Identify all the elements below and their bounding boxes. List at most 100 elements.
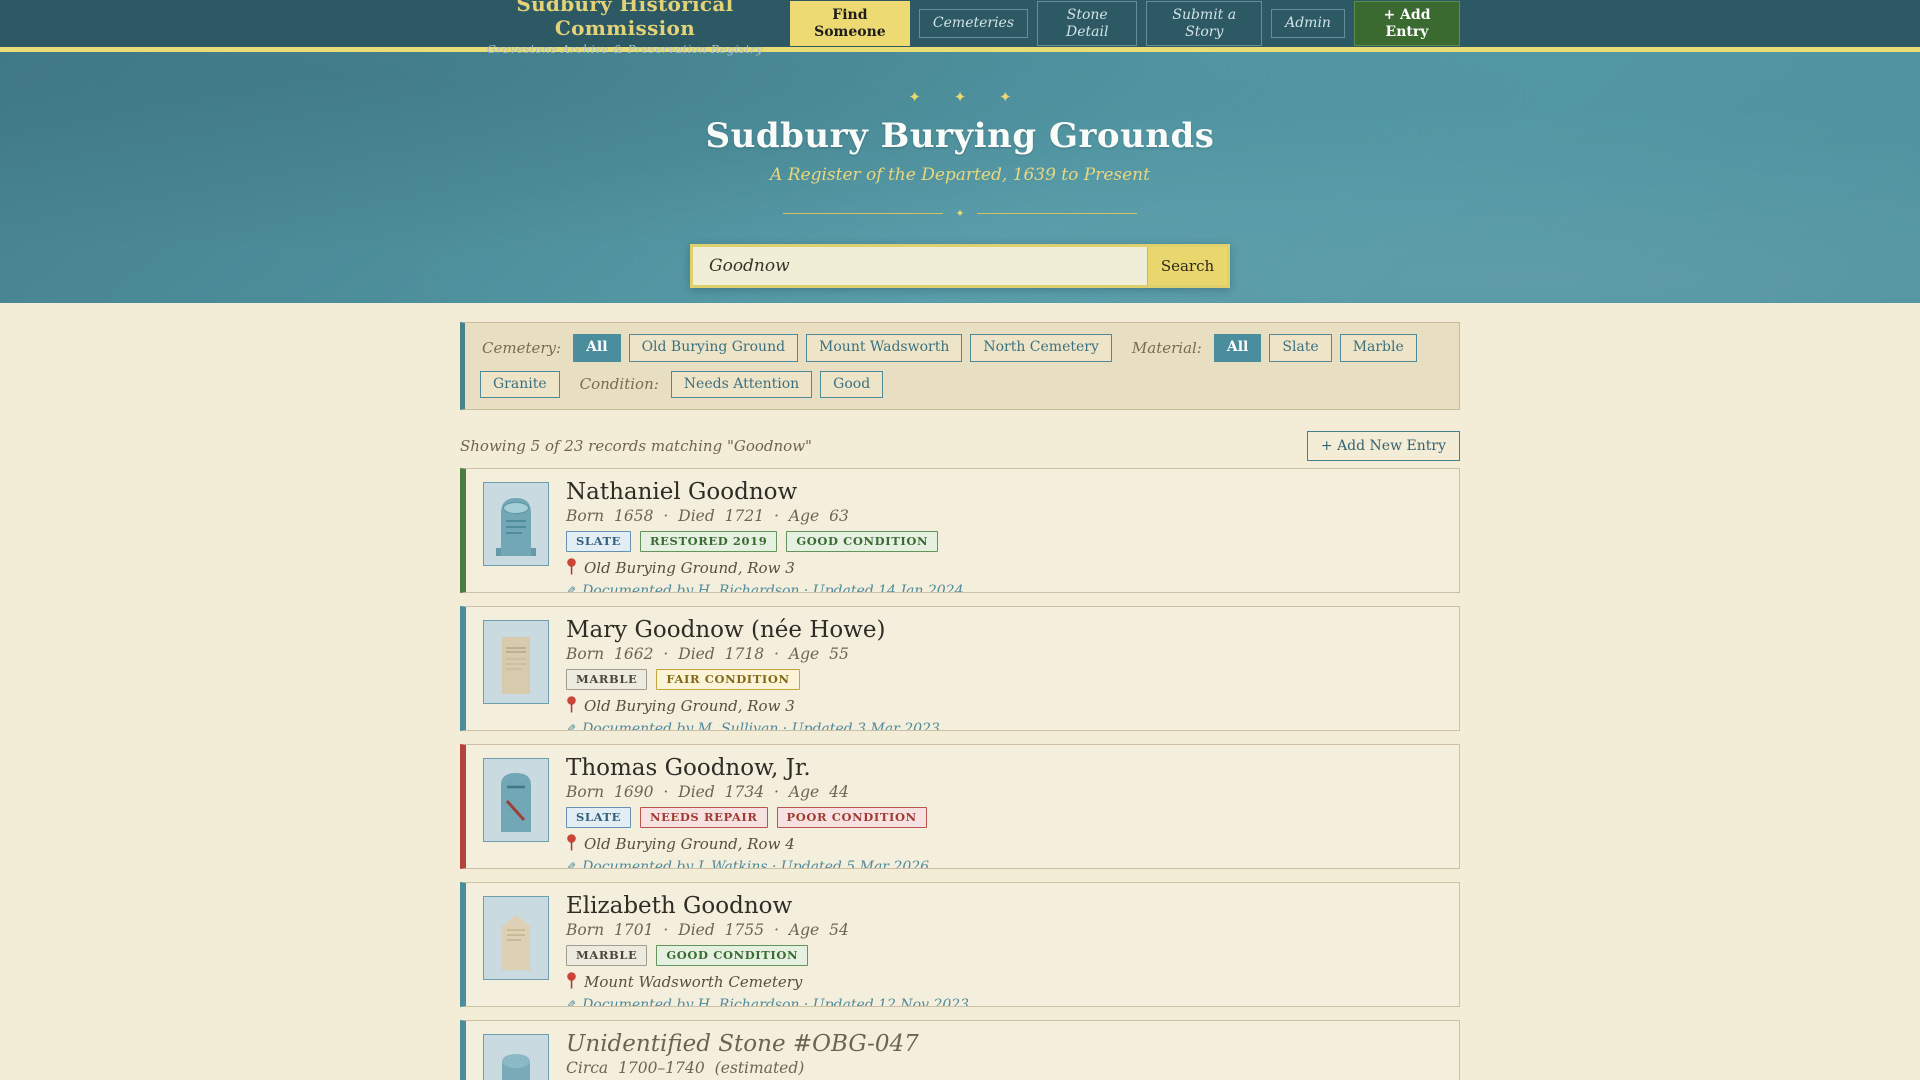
marble-slab-icon	[483, 620, 549, 704]
record-dates: Born 1662 · Died 1718 · Age 55	[566, 645, 849, 663]
nav-add-entry-button[interactable]: + Add Entry	[1353, 0, 1460, 47]
filter-chip-condition-needs-attention[interactable]: Needs Attention	[670, 370, 813, 398]
record-documentation: ✎ Documented by H. Richardson · Updated 1…	[566, 997, 970, 1007]
record-card-mary-goodnow-n-e-howe[interactable]: Mary Goodnow (née Howe) Born 1662 · Died …	[460, 606, 1460, 731]
nav-stone-detail-button[interactable]: Stone Detail	[1037, 0, 1138, 47]
record-dates: Circa 1700–1740 (estimated)	[566, 1059, 805, 1077]
divider-line	[976, 213, 1137, 214]
filter-label-cemetery: Cemetery:	[482, 338, 562, 357]
badge-needs-repair: NEEDS REPAIR	[640, 807, 768, 828]
badge-marble: MARBLE	[566, 945, 648, 966]
map-pin-icon	[566, 558, 577, 579]
badge-fair-condition: FAIR CONDITION	[656, 669, 800, 690]
record-name: Nathaniel Goodnow	[566, 479, 798, 505]
pencil-icon: ✎	[566, 722, 577, 731]
filter-chip-material-slate[interactable]: Slate	[1269, 334, 1332, 362]
record-documentation: ✎ Documented by J. Watkins · Updated 5 Ma…	[566, 859, 930, 869]
record-location: Mount Wadsworth Cemetery	[566, 972, 969, 993]
filter-chip-cemetery-all[interactable]: All	[573, 334, 621, 362]
slate-cracked-icon	[483, 758, 549, 842]
record-documentation-text: Documented by M. Sullivan · Updated 3 Ma…	[582, 721, 940, 731]
main-nav: Find Someone Cemeteries Stone Detail Submit…	[789, 0, 1460, 47]
filter-chip-material-marble[interactable]: Marble	[1339, 334, 1417, 362]
filter-label-material: Material:	[1131, 338, 1202, 357]
nav-admin-button[interactable]: Admin	[1271, 9, 1345, 38]
nav-submit-a-story-button[interactable]: Submit a Story	[1146, 0, 1263, 47]
nav-find-someone-button[interactable]: Find Someone	[789, 0, 910, 47]
record-badges: SLATE RESTORED 2019 GOOD CONDITION	[566, 531, 963, 552]
results-list: Nathaniel Goodnow Born 1658 · Died 1721 ·…	[460, 468, 1460, 1080]
record-badges: SLATE NEEDS REPAIR POOR CONDITION	[566, 807, 929, 828]
record-dates: Born 1701 · Died 1755 · Age 54	[566, 921, 849, 939]
pencil-icon: ✎	[566, 998, 577, 1007]
record-card-unidentified-stone-obg-047[interactable]: ? Unidentified Stone #OBG-047 Circa 1700–1…	[460, 1020, 1460, 1080]
record-location-text: Old Burying Ground, Row 3	[584, 559, 795, 577]
site-title: Sudbury Historical Commission	[516, 0, 734, 40]
record-location: Old Burying Ground, Row 3	[566, 696, 940, 717]
hero-banner: ✦ ✦ ✦ Sudbury Burying Grounds A Register…	[0, 52, 1920, 303]
results-page: Cemetery: All Old Burying Ground Mount Wads…	[460, 322, 1460, 1080]
record-location-text: Old Burying Ground, Row 4	[584, 835, 795, 853]
filter-label-condition: Condition:	[579, 375, 659, 394]
filter-chip-material-all[interactable]: All	[1213, 334, 1262, 362]
map-pin-icon	[566, 834, 577, 855]
record-location-text: Old Burying Ground, Row 3	[584, 697, 795, 715]
search-input[interactable]	[693, 247, 1147, 285]
record-badges: MARBLE GOOD CONDITION	[566, 945, 969, 966]
record-badges: MARBLE FAIR CONDITION	[566, 669, 940, 690]
page-title: Sudbury Burying Grounds	[705, 116, 1215, 156]
record-details: Nathaniel Goodnow Born 1658 · Died 1721 ·…	[566, 480, 963, 592]
badge-restored-2019: RESTORED 2019	[640, 531, 778, 552]
slate-tablet-icon	[483, 482, 549, 566]
pencil-icon: ✎	[566, 860, 577, 869]
record-documentation: ✎ Documented by H. Richardson · Updated 1…	[566, 583, 964, 593]
record-details: Unidentified Stone #OBG-047 Circa 1700–17…	[566, 1032, 919, 1080]
record-documentation-text: Documented by J. Watkins · Updated 5 Mar…	[582, 859, 930, 869]
results-summary: Showing 5 of 23 records matching "Goodno…	[460, 437, 812, 455]
record-location-text: Mount Wadsworth Cemetery	[584, 973, 803, 991]
record-location: Old Burying Ground, Row 4	[566, 834, 929, 855]
map-pin-icon	[566, 972, 577, 993]
record-card-thomas-goodnow-jr[interactable]: Thomas Goodnow, Jr. Born 1690 · Died 1734…	[460, 744, 1460, 869]
record-name: Mary Goodnow (née Howe)	[566, 617, 886, 643]
badge-slate: SLATE	[566, 531, 632, 552]
site-logo: Sudbury Historical Commission Gravestone…	[460, 0, 790, 56]
site-header: Sudbury Historical Commission Gravestone…	[0, 0, 1920, 56]
record-details: Thomas Goodnow, Jr. Born 1690 · Died 1734…	[566, 756, 929, 868]
search-button[interactable]: Search	[1147, 247, 1227, 285]
page-subtitle: A Register of the Departed, 1639 to Pres…	[770, 165, 1150, 185]
marble-peaked-icon	[483, 896, 549, 980]
filter-chip-condition-good[interactable]: Good	[820, 370, 884, 398]
results-header: Showing 5 of 23 records matching "Goodno…	[460, 431, 1460, 461]
badge-good-condition: GOOD CONDITION	[786, 531, 939, 552]
record-details: Elizabeth Goodnow Born 1701 · Died 1755 ·…	[566, 894, 969, 1006]
add-new-entry-button[interactable]: + Add New Entry	[1306, 431, 1460, 461]
record-dates: Born 1658 · Died 1721 · Age 63	[566, 507, 849, 525]
record-card-nathaniel-goodnow[interactable]: Nathaniel Goodnow Born 1658 · Died 1721 ·…	[460, 468, 1460, 593]
record-documentation-text: Documented by H. Richardson · Updated 12…	[582, 997, 970, 1007]
filter-bar: Cemetery: All Old Burying Ground Mount Wads…	[460, 322, 1460, 410]
filter-chip-cemetery-north-cemetery[interactable]: North Cemetery	[970, 334, 1112, 362]
nav-cemeteries-button[interactable]: Cemeteries	[918, 9, 1029, 38]
record-name: Unidentified Stone #OBG-047	[566, 1031, 919, 1057]
filter-chip-cemetery-old-burying-ground[interactable]: Old Burying Ground	[628, 334, 799, 362]
record-name: Thomas Goodnow, Jr.	[566, 755, 811, 781]
filter-chip-material-granite[interactable]: Granite	[480, 370, 560, 398]
record-documentation: ✎ Documented by M. Sullivan · Updated 3 M…	[566, 721, 940, 731]
badge-poor-condition: POOR CONDITION	[776, 807, 927, 828]
diamond-icon: ✦	[955, 207, 965, 220]
record-card-elizabeth-goodnow[interactable]: Elizabeth Goodnow Born 1701 · Died 1755 ·…	[460, 882, 1460, 1007]
record-documentation-text: Documented by H. Richardson · Updated 14…	[582, 583, 964, 593]
record-dates: Born 1690 · Died 1734 · Age 44	[566, 783, 849, 801]
map-pin-icon	[566, 696, 577, 717]
filter-chip-cemetery-mount-wadsworth[interactable]: Mount Wadsworth	[806, 334, 963, 362]
unknown-cylinder-icon: ?	[483, 1034, 549, 1080]
hero-divider: ✦	[0, 207, 1920, 220]
badge-slate: SLATE	[566, 807, 632, 828]
site-tagline: Gravestone Archive & Preservation Regist…	[486, 41, 763, 56]
badge-good-condition: GOOD CONDITION	[656, 945, 809, 966]
pencil-icon: ✎	[566, 584, 577, 593]
badge-marble: MARBLE	[566, 669, 648, 690]
record-name: Elizabeth Goodnow	[566, 893, 793, 919]
record-details: Mary Goodnow (née Howe) Born 1662 · Died …	[566, 618, 940, 730]
